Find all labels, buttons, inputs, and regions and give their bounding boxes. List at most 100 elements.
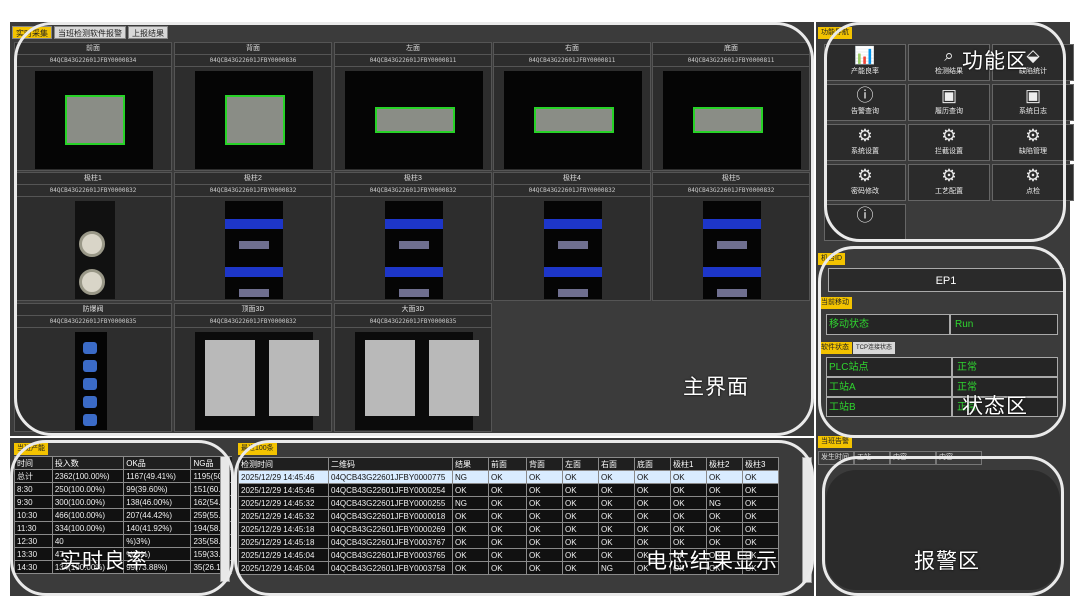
column-header[interactable]: 极柱3 [742,457,779,471]
function-button[interactable]: ▣ 系统日志 [992,84,1074,121]
column-header[interactable]: 背面 [526,457,563,471]
column-header[interactable]: 左面 [562,457,599,471]
table-cell: OK [488,496,527,510]
camera-view-code: 04QCB43G22601JFBY0000836 [175,55,331,67]
camera-view-cell[interactable]: 极柱2 04QCB43G22601JFBY0000832 [174,172,332,301]
table-row[interactable]: 2025/12/29 14:45:18 04QCB43G22601JFBY0000… [238,522,779,536]
function-button[interactable]: ⚙ 工艺配置 [908,164,990,201]
function-button[interactable]: 📊 产能良率 [824,44,906,81]
main-area-label: 主界面 [683,376,749,399]
table-row[interactable]: 10:30 466(100.00%) 207(44.42%) 259(55.5 [14,508,232,522]
function-button[interactable]: ⚙ 密码修改 [824,164,906,201]
column-header[interactable]: 投入数 [51,456,125,470]
results-title: 最近100条 [238,443,277,455]
camera-view-cell[interactable]: 背面 04QCB43G22601JFBY0000836 [174,42,332,171]
function-button[interactable]: ⚙ 缺陷管理 [992,124,1074,161]
table-cell: 04QCB43G22601JFBY0003758 [328,561,453,575]
table-row[interactable]: 2025/12/29 14:45:32 04QCB43G22601JFBY0000… [238,509,779,523]
pole-top [717,241,747,249]
table-cell: OK [670,496,707,510]
pole-top [717,289,747,297]
tab-report[interactable]: 上报结果 [128,26,168,39]
column-header[interactable]: 时间 [14,456,53,470]
table-cell: 14:30 [14,560,53,574]
table-row[interactable]: 9:30 300(100.00%) 138(46.00%) 162(54.0 [14,495,232,509]
column-header[interactable]: 检测时间 [238,457,329,471]
status-tab-software[interactable]: 软件状态 [818,342,852,354]
table-cell: OK [742,522,779,536]
function-button-label: 工艺配置 [935,188,963,195]
table-cell: 250(100.00%) [51,482,125,496]
camera-view-cell[interactable]: 极柱1 04QCB43G22601JFBY0000832 [14,172,172,301]
function-button[interactable]: ⚙ 系统设置 [824,124,906,161]
pole-base [544,219,602,229]
status-tab-tcp[interactable]: TCP连接状态 [853,342,896,354]
calendar-icon: ▣ [1024,86,1042,105]
table-cell: 2025/12/29 14:45:18 [238,522,329,536]
camera-view-cell[interactable]: 前面 04QCB43G22601JFBY0000834 [14,42,172,171]
function-button[interactable]: ⚙ 点检 [992,164,1074,201]
camera-view-cell[interactable]: 极柱3 04QCB43G22601JFBY0000832 [334,172,492,301]
table-cell: OK [598,509,635,523]
tab-shift-alarm[interactable]: 当班检测软件报警 [54,26,126,39]
column-header[interactable]: 前面 [488,457,527,471]
column-header[interactable]: 二维码 [328,457,453,471]
table-cell: 8:30 [14,482,53,496]
column-header[interactable]: 极柱1 [670,457,707,471]
camera-view-cell[interactable]: 极柱5 04QCB43G22601JFBY0000832 [652,172,810,301]
results-scrollbar[interactable] [802,457,812,583]
camera-view-code: 04QCB43G22601JFBY0000832 [175,316,331,328]
table-cell: OK [526,509,563,523]
column-header[interactable]: 右面 [598,457,635,471]
table-cell: OK [598,522,635,536]
table-row[interactable]: 2025/12/29 14:45:32 04QCB43G22601JFBY0000… [238,496,779,510]
camera-image [663,71,801,169]
table-row[interactable]: 2025/12/29 14:45:46 04QCB43G22601JFBY0000… [238,483,779,497]
table-cell: 2025/12/29 14:45:04 [238,548,329,562]
column-header[interactable]: OK品 [123,456,192,470]
camera-view-title: 大面3D [335,304,491,316]
column-header[interactable]: 结果 [452,457,489,471]
table-row[interactable]: 11:30 334(100.00%) 140(41.92%) 194(58.0 [14,521,232,535]
function-button[interactable]: ▣ 履历查询 [908,84,990,121]
function-area-label: 功能区 [962,50,1028,73]
column-header[interactable]: 底面 [634,457,671,471]
table-cell: 138(46.00%) [123,495,192,509]
table-row[interactable]: 8:30 250(100.00%) 99(39.60%) 151(60.4 [14,482,232,496]
tab-realtime[interactable]: 实时采集 [12,26,52,39]
camera-view-cell[interactable]: 极柱4 04QCB43G22601JFBY0000832 [493,172,651,301]
function-panel-title: 功能导航 [818,27,852,39]
table-cell: NG [598,561,635,575]
table-cell: OK [526,522,563,536]
table-cell: 466(100.00%) [51,508,125,522]
alarm-col-content2: 内容 [936,451,982,465]
function-button-label: 告警查询 [851,108,879,115]
move-status-value: Run [950,314,1058,335]
table-row[interactable]: 2025/12/29 14:45:46 04QCB43G22601JFBY0000… [238,470,779,484]
camera-view-cell[interactable]: 顶面3D 04QCB43G22601JFBY0000832 [174,303,332,432]
camera-view-cell[interactable]: 大面3D 04QCB43G22601JFBY0000835 [334,303,492,432]
function-button[interactable]: ⓘ 告警查询 [824,84,906,121]
camera-view-cell[interactable]: 左面 04QCB43G22601JFBY0000811 [334,42,492,171]
table-cell: OK [526,496,563,510]
move-title: 当前移动 [818,297,852,309]
column-header[interactable]: 极柱2 [706,457,743,471]
cell-outline [693,107,763,133]
camera-view-cell[interactable]: 底面 04QCB43G22601JFBY0000811 [652,42,810,171]
table-cell: OK [452,483,489,497]
gear-icon: ⚙ [857,166,873,185]
table-cell: 04QCB43G22601JFBY0000018 [328,509,453,523]
camera-view-code: 04QCB43G22601JFBY0000835 [15,316,171,328]
function-button[interactable]: ⓘ [824,204,906,241]
camera-view-cell[interactable]: 右面 04QCB43G22601JFBY0000811 [493,42,651,171]
table-cell: 300(100.00%) [51,495,125,509]
camera-view-cell[interactable]: 防爆阀 04QCB43G22601JFBY0000835 [14,303,172,432]
camera-view-code: 04QCB43G22601JFBY0000832 [494,185,650,197]
yield-scrollbar[interactable] [220,456,230,582]
table-cell: NG [452,470,489,484]
function-button-label: 产能良率 [851,68,879,75]
table-row[interactable]: 总计 2362(100.00%) 1167(49.41%) 1195(50. [14,469,232,483]
machine-id-title: 机台ID [818,253,845,265]
status-row-name: 工站B [826,397,952,417]
function-button[interactable]: ⚙ 拦截设置 [908,124,990,161]
